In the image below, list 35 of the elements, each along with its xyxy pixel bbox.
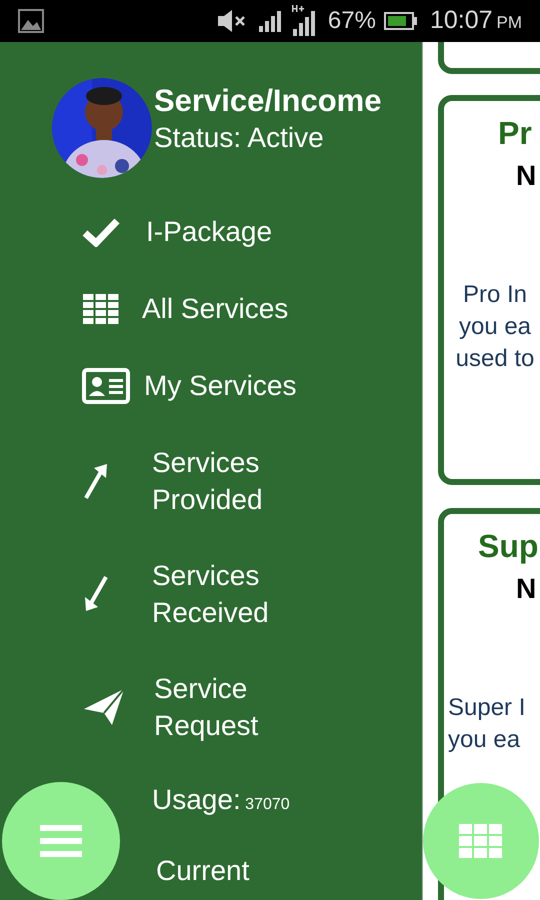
checkmark-icon: [82, 216, 120, 246]
plan-price: N: [515, 572, 536, 606]
plan-price: N: [515, 159, 536, 193]
id-card-icon: [82, 368, 130, 404]
plan-description: you ea: [458, 312, 532, 342]
drawer-item[interactable]: Services Received: [0, 537, 422, 650]
signal-icon: [258, 9, 284, 33]
plan-title: Pr: [497, 114, 532, 153]
plan-title: Sup: [477, 527, 538, 566]
arrow-up-right-icon: [82, 462, 110, 500]
muted-speaker-icon: [216, 8, 248, 34]
image-icon: [18, 9, 44, 33]
grid-icon: [459, 824, 503, 858]
plan-description: you ea: [448, 725, 520, 755]
menu-icon: [40, 823, 82, 859]
grid-icon: [82, 292, 120, 324]
clock-meridiem: PM: [496, 12, 522, 34]
plan-description: used to: [456, 344, 534, 374]
battery-icon: [384, 12, 418, 30]
drawer-item[interactable]: Usage:37070: [0, 764, 422, 840]
plan-description: Super I: [448, 693, 526, 723]
clock-time: 10:07: [430, 5, 492, 36]
drawer-item[interactable]: My Services: [0, 347, 422, 424]
drawer-item[interactable]: Service Request: [0, 650, 422, 764]
plan-description: Pro In: [462, 280, 528, 310]
account-status: Status: Active: [154, 121, 325, 155]
h-plus-signal-icon: [290, 5, 318, 37]
drawer-item[interactable]: Services Provided: [0, 424, 422, 537]
drawer-item[interactable]: All Services: [0, 270, 422, 347]
arrow-down-left-icon: [82, 574, 110, 612]
drawer-title: Service/Income: [154, 82, 382, 120]
drawer-item[interactable]: I-Package: [0, 193, 422, 270]
battery-percent: 67%: [328, 6, 376, 36]
drawer-item[interactable]: Current: [0, 840, 422, 900]
paper-plane-icon: [82, 687, 126, 727]
